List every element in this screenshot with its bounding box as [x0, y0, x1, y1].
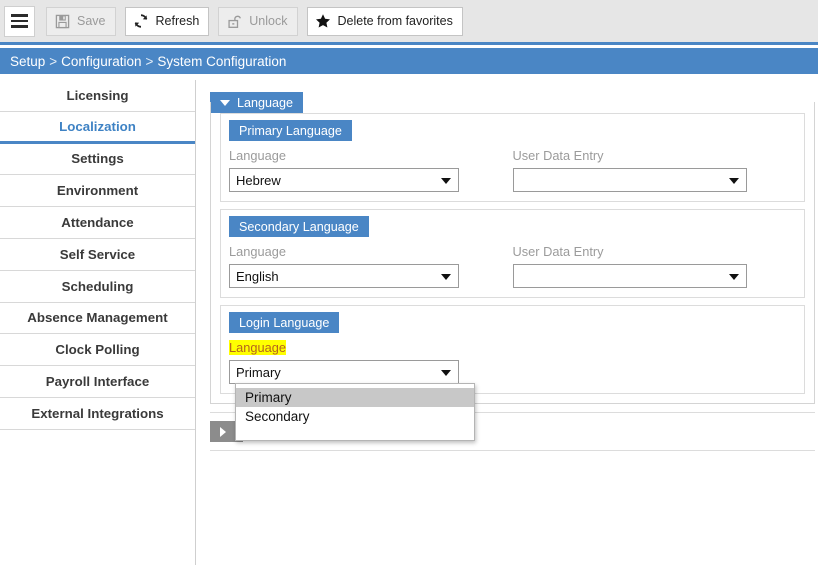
login-language-header: Login Language: [229, 312, 340, 333]
login-language-field: Language Primary: [229, 339, 569, 384]
hamburger-bar: [11, 25, 28, 28]
primary-language-header: Primary Language: [229, 120, 352, 141]
toolbar: Save Refresh Unlock Delete from favorite…: [0, 0, 818, 45]
breadcrumb-item-configuration[interactable]: Configuration: [61, 54, 141, 69]
login-language-panel: Login Language Language Primary: [220, 305, 805, 394]
secondary-user-data-entry-field: User Data Entry: [512, 243, 797, 288]
secondary-language-fields: Language English User Data Entry: [229, 243, 796, 288]
secondary-user-data-entry-label: User Data Entry: [512, 244, 604, 259]
breadcrumb-separator: >: [145, 53, 154, 69]
secondary-language-panel: Secondary Language Language English User…: [220, 209, 805, 298]
primary-language-value: Hebrew: [236, 172, 281, 188]
star-filled-icon: [315, 13, 332, 30]
chevron-down-icon: [441, 370, 451, 376]
content-divider: [210, 450, 815, 451]
sidebar-item-scheduling[interactable]: Scheduling: [0, 271, 195, 303]
main-content: Language Primary Language Language Hebre…: [197, 80, 818, 565]
primary-language-fields: Language Hebrew User Data Entry: [229, 147, 796, 192]
language-section-body: Primary Language Language Hebrew User Da…: [210, 102, 815, 404]
primary-language-select[interactable]: Hebrew: [229, 168, 459, 192]
delete-from-favorites-label: Delete from favorites: [337, 13, 453, 28]
save-button[interactable]: Save: [46, 6, 116, 36]
secondary-language-label: Language: [229, 244, 286, 259]
sidebar: Licensing Localization Settings Environm…: [0, 80, 196, 565]
primary-language-title: Primary Language: [239, 123, 342, 138]
dropdown-option-secondary[interactable]: Secondary: [236, 407, 474, 426]
unlock-button[interactable]: Unlock: [218, 6, 298, 36]
refresh-button[interactable]: Refresh: [124, 6, 210, 36]
sidebar-item-attendance[interactable]: Attendance: [0, 207, 195, 239]
hamburger-icon[interactable]: [4, 5, 35, 37]
login-language-select[interactable]: Primary: [229, 360, 459, 384]
sidebar-item-self-service[interactable]: Self Service: [0, 239, 195, 271]
unlock-button-label: Unlock: [249, 13, 288, 28]
primary-language-panel: Primary Language Language Hebrew User Da…: [220, 113, 805, 202]
refresh-circular-arrows-icon: [133, 13, 150, 30]
chevron-right-icon: [220, 426, 226, 437]
secondary-language-select[interactable]: English: [229, 264, 459, 288]
sidebar-item-environment[interactable]: Environment: [0, 175, 195, 208]
chevron-down-icon: [728, 274, 739, 280]
sidebar-item-licensing[interactable]: Licensing: [0, 80, 195, 112]
secondary-user-data-entry-select[interactable]: [512, 264, 747, 288]
secondary-language-value: English: [236, 268, 279, 284]
floppy-disk-icon: [54, 13, 71, 30]
chevron-down-icon: [728, 178, 739, 184]
refresh-button-label: Refresh: [155, 13, 200, 28]
sidebar-item-external-integrations[interactable]: External Integrations: [0, 398, 195, 430]
login-language-fields: Language Primary: [229, 339, 796, 384]
sidebar-item-payroll-interface[interactable]: Payroll Interface: [0, 366, 195, 398]
secondary-language-field: Language English: [229, 243, 513, 288]
sidebar-item-absence-management[interactable]: Absence Management: [0, 303, 195, 335]
hamburger-bar: [11, 19, 28, 23]
breadcrumb-item-setup[interactable]: Setup: [10, 54, 45, 69]
secondary-language-title: Secondary Language: [239, 219, 359, 234]
primary-language-field: Language Hebrew: [229, 147, 513, 192]
dropdown-option-primary[interactable]: Primary: [236, 388, 474, 407]
secondary-language-header: Secondary Language: [229, 216, 369, 237]
hamburger-bar: [11, 14, 28, 17]
chevron-down-icon: [441, 274, 451, 280]
primary-language-label: Language: [229, 148, 286, 163]
breadcrumb: Setup > Configuration > System Configura…: [0, 48, 818, 74]
breadcrumb-item-system-configuration[interactable]: System Configuration: [157, 54, 286, 69]
sidebar-item-clock-polling[interactable]: Clock Polling: [0, 334, 195, 367]
login-language-value: Primary: [236, 364, 281, 380]
login-language-dropdown-list[interactable]: Primary Secondary: [235, 383, 475, 441]
sidebar-item-settings[interactable]: Settings: [0, 144, 195, 176]
breadcrumb-separator: >: [49, 53, 58, 69]
open-padlock-icon: [226, 13, 243, 30]
sidebar-item-localization[interactable]: Localization: [0, 112, 195, 144]
login-language-title: Login Language: [239, 315, 330, 330]
chevron-down-icon: [441, 178, 451, 184]
primary-user-data-entry-label: User Data Entry: [512, 148, 604, 163]
primary-user-data-entry-field: User Data Entry: [512, 147, 797, 192]
save-button-label: Save: [77, 13, 106, 28]
login-language-label: Language: [229, 340, 286, 355]
primary-user-data-entry-select[interactable]: [512, 168, 747, 192]
delete-from-favorites-button[interactable]: Delete from favorites: [306, 6, 463, 36]
